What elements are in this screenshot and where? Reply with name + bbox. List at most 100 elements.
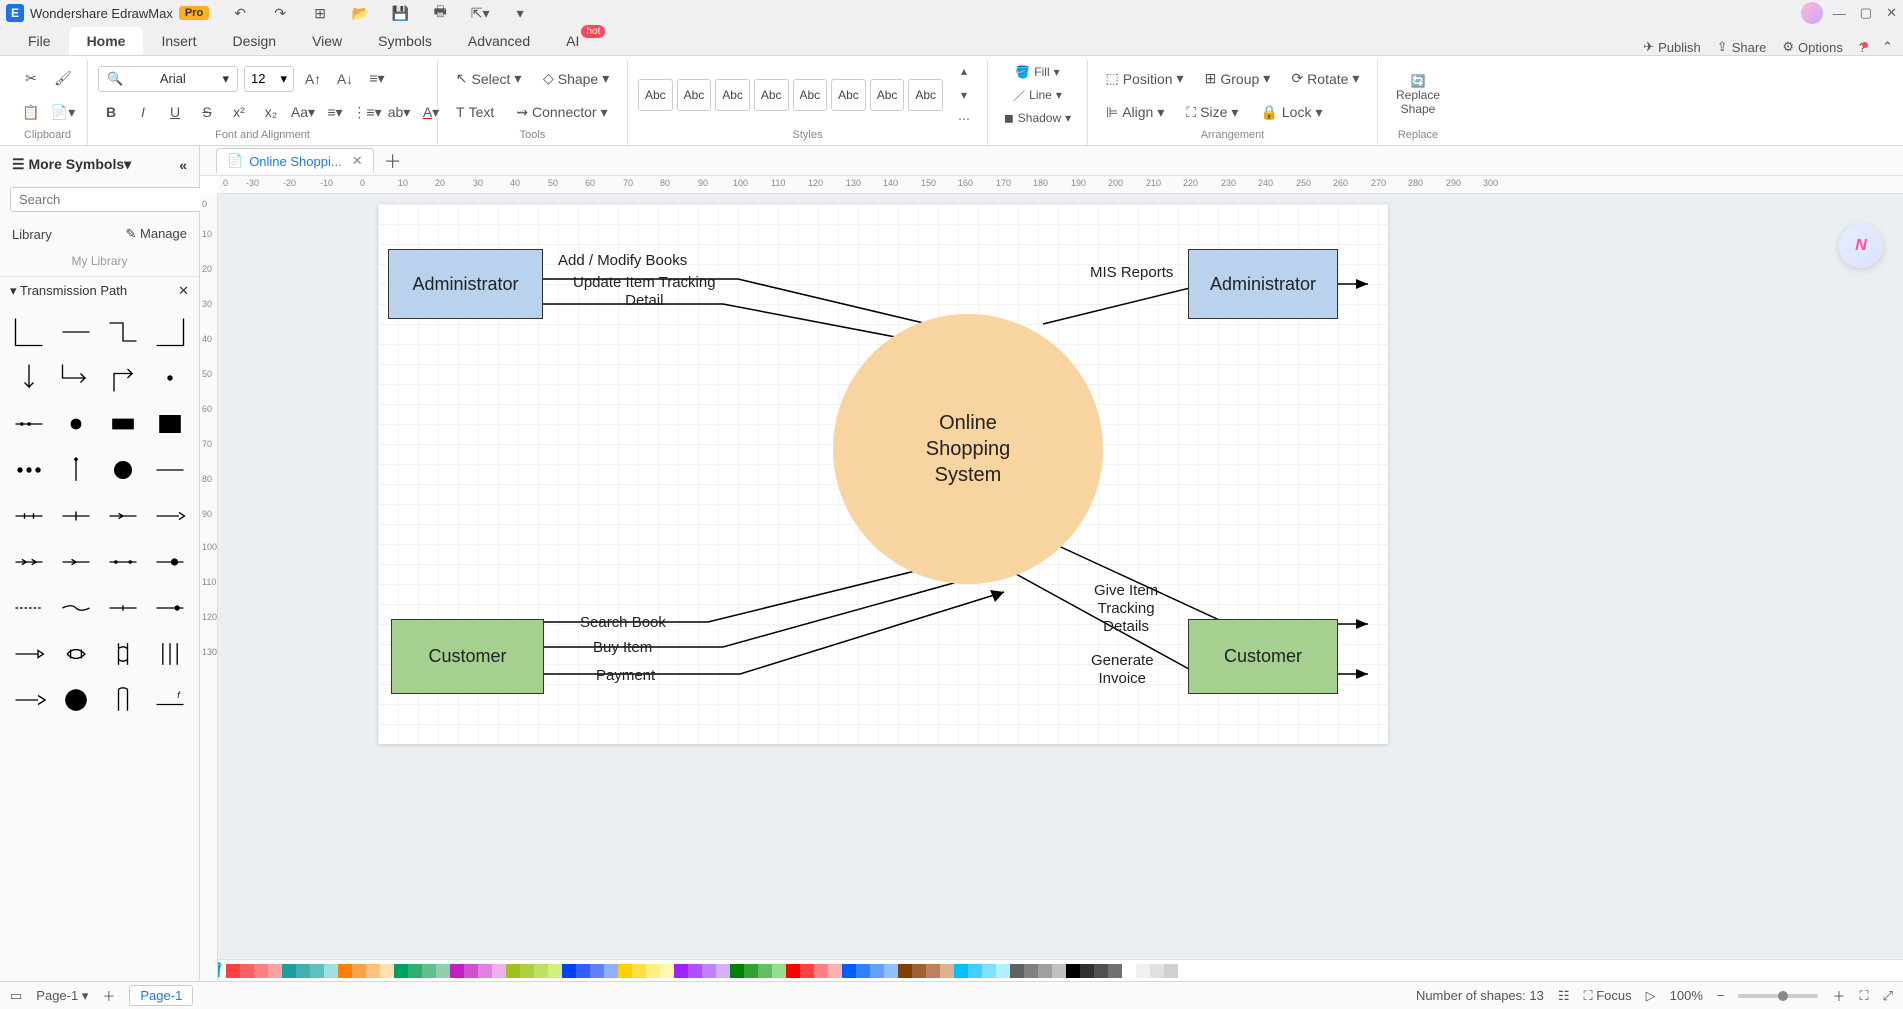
shape-item[interactable] (55, 311, 98, 353)
color-swatch[interactable] (1164, 964, 1178, 978)
presentation-icon[interactable]: ▷ (1646, 988, 1656, 1004)
search-input[interactable] (10, 187, 204, 212)
menu-home[interactable]: Home (69, 27, 144, 55)
size-button[interactable]: ⛶ Size▾ (1178, 99, 1246, 125)
color-swatch[interactable] (478, 964, 492, 978)
add-tab-icon[interactable]: ＋ (384, 148, 402, 174)
style-up-icon[interactable]: ▴ (951, 60, 977, 82)
color-swatch[interactable] (324, 964, 338, 978)
diagram-box-administrator-right[interactable]: Administrator (1188, 249, 1338, 319)
shape-item[interactable] (55, 541, 98, 583)
shape-item[interactable] (8, 357, 51, 399)
color-swatch[interactable] (1108, 964, 1122, 978)
color-swatch[interactable] (1010, 964, 1024, 978)
shape-item[interactable] (148, 633, 191, 675)
color-swatch[interactable] (660, 964, 674, 978)
pages-menu-icon[interactable]: ▭ (10, 988, 22, 1004)
style-swatch[interactable]: Abc (870, 79, 905, 111)
color-swatch[interactable] (366, 964, 380, 978)
shape-item[interactable] (148, 311, 191, 353)
add-page-icon[interactable]: ＋ (102, 986, 115, 1005)
shape-item[interactable] (148, 541, 191, 583)
shape-item[interactable] (8, 633, 51, 675)
zoom-in-icon[interactable]: ＋ (1832, 986, 1845, 1005)
style-swatch[interactable]: Abc (793, 79, 828, 111)
minimize-icon[interactable]: — (1833, 6, 1846, 21)
layers-icon[interactable]: ☷ (1558, 988, 1570, 1004)
shape-item[interactable] (55, 679, 98, 721)
color-swatch[interactable] (506, 964, 520, 978)
case-icon[interactable]: Aa▾ (290, 99, 316, 125)
options-button[interactable]: ⚙Options (1782, 39, 1842, 55)
bold-icon[interactable]: B (98, 99, 124, 125)
shape-item[interactable] (102, 633, 145, 675)
shape-item[interactable] (102, 311, 145, 353)
color-swatch[interactable] (590, 964, 604, 978)
menu-ai[interactable]: AI hot (548, 27, 597, 55)
select-tool[interactable]: ↖ Select ▾ (448, 66, 529, 92)
style-more-icon[interactable]: ⋯ (951, 108, 977, 130)
lock-button[interactable]: 🔒 Lock▾ (1252, 99, 1330, 125)
color-swatch[interactable] (352, 964, 366, 978)
shape-item[interactable] (148, 495, 191, 537)
color-swatch[interactable] (716, 964, 730, 978)
diagram-box-customer-right[interactable]: Customer (1188, 619, 1338, 694)
copy-icon[interactable]: 📋 (18, 99, 44, 125)
align-menu-icon[interactable]: ≡▾ (364, 66, 390, 92)
diagram-box-administrator-left[interactable]: Administrator (388, 249, 543, 319)
shape-item[interactable] (102, 357, 145, 399)
color-swatch[interactable] (492, 964, 506, 978)
menu-view[interactable]: View (294, 27, 360, 55)
collapse-sidebar-icon[interactable]: « (179, 157, 187, 173)
color-swatch[interactable] (1038, 964, 1052, 978)
menu-design[interactable]: Design (214, 27, 294, 55)
color-swatch[interactable] (1080, 964, 1094, 978)
color-swatch[interactable] (464, 964, 478, 978)
cut-icon[interactable]: ✂ (18, 66, 44, 92)
document-tab[interactable]: 📄 Online Shoppi... ✕ (216, 148, 374, 173)
color-swatch[interactable] (394, 964, 408, 978)
font-family-select[interactable]: 🔍Arial▾ (98, 66, 238, 92)
line-button[interactable]: ／ Line ▾ (998, 85, 1077, 106)
color-swatch[interactable] (1094, 964, 1108, 978)
color-swatch[interactable] (1150, 964, 1164, 978)
text-tool[interactable]: T Text (448, 99, 502, 125)
underline-icon[interactable]: U (162, 99, 188, 125)
color-swatch[interactable] (240, 964, 254, 978)
color-swatch[interactable] (968, 964, 982, 978)
shape-item[interactable] (8, 403, 51, 445)
shape-item[interactable] (8, 495, 51, 537)
library-label[interactable]: Library (12, 227, 52, 242)
color-swatch[interactable] (646, 964, 660, 978)
color-swatch[interactable] (772, 964, 786, 978)
help-button[interactable]: ? (1859, 40, 1866, 55)
color-swatch[interactable] (842, 964, 856, 978)
page-select[interactable]: Page-1 ▾ (36, 988, 88, 1004)
color-swatch[interactable] (562, 964, 576, 978)
diagram-circle-system[interactable]: OnlineShoppingSystem (833, 314, 1103, 584)
color-swatch[interactable] (268, 964, 282, 978)
color-swatch[interactable] (226, 964, 240, 978)
shape-tool[interactable]: ◇ Shape ▾ (535, 66, 617, 92)
font-size-select[interactable]: 12▾ (244, 66, 294, 92)
color-swatch[interactable] (940, 964, 954, 978)
more-quickbar-icon[interactable]: ▾ (507, 0, 533, 26)
fit-page-icon[interactable]: ⛶ (1859, 988, 1868, 1004)
color-swatch[interactable] (1052, 964, 1066, 978)
color-swatch[interactable] (884, 964, 898, 978)
decrease-font-icon[interactable]: A↓ (332, 66, 358, 92)
shape-item[interactable]: T (102, 449, 145, 491)
publish-button[interactable]: ✈Publish (1643, 39, 1701, 55)
color-swatch[interactable] (688, 964, 702, 978)
style-swatch[interactable]: Abc (638, 79, 673, 111)
color-swatch[interactable] (618, 964, 632, 978)
my-library-label[interactable]: My Library (0, 250, 199, 276)
color-swatch[interactable] (436, 964, 450, 978)
shape-item[interactable] (8, 311, 51, 353)
highlight-icon[interactable]: ab▾ (386, 99, 412, 125)
new-icon[interactable]: ⊞ (307, 0, 333, 26)
redo-icon[interactable]: ↷ (267, 0, 293, 26)
list-icon[interactable]: ⋮≡▾ (354, 99, 380, 125)
color-swatch[interactable] (296, 964, 310, 978)
color-swatch[interactable] (744, 964, 758, 978)
